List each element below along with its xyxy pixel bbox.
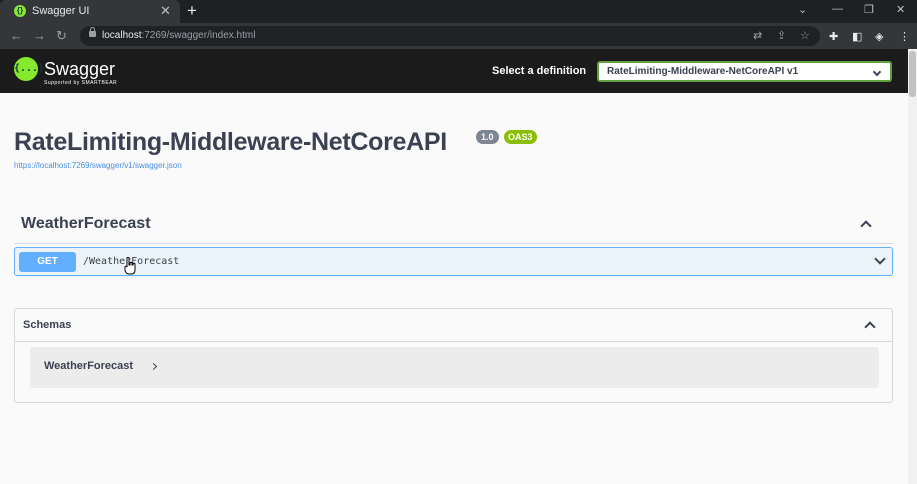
swagger-logo-subtitle: Supported by SMARTBEAR (44, 80, 118, 86)
operation-get-weatherforecast[interactable]: GET /WeatherForecast (14, 247, 893, 276)
reload-icon[interactable]: ↻ (56, 28, 67, 43)
definition-select[interactable]: RateLimiting-Middleware-NetCoreAPI v1 (597, 61, 892, 82)
share-icon[interactable]: ⇪ (777, 29, 786, 42)
puzzle-icon[interactable]: ✚ (829, 30, 838, 43)
tab-title: Swagger UI (32, 5, 90, 17)
profile-icon[interactable]: ◈ (875, 30, 883, 43)
minimize-button[interactable]: — (832, 3, 843, 15)
window-close-button[interactable]: ✕ (896, 3, 905, 16)
new-tab-button[interactable]: + (187, 1, 197, 20)
schemas-section: Schemas WeatherForecast (14, 308, 893, 403)
chevron-up-icon[interactable] (860, 220, 872, 232)
arrow-left-icon[interactable]: ← (10, 28, 23, 43)
url-text[interactable]: localhost:7269/swagger/index.html (102, 30, 255, 41)
kebab-menu-icon[interactable]: ⋮ (899, 30, 910, 43)
mouse-cursor-icon (124, 257, 136, 275)
swagger-logo-icon[interactable]: {...} (14, 57, 44, 81)
http-method-badge[interactable]: GET (19, 252, 76, 272)
page-scrollbar[interactable] (908, 49, 917, 484)
definition-select-label: Select a definition (492, 65, 587, 77)
browser-tab-strip: {} Swagger UI ✕ + ⌄ — ❐ ✕ (0, 0, 917, 23)
side-panel-icon[interactable]: ◧ (852, 30, 862, 43)
restore-button[interactable]: ❐ (864, 3, 874, 16)
translate-icon[interactable]: ⇄ (753, 29, 762, 42)
spec-json-link[interactable]: https://localhost:7269/swagger/v1/swagge… (14, 161, 182, 170)
schemas-title[interactable]: Schemas (23, 319, 71, 331)
chevron-down-icon (872, 67, 882, 77)
tag-divider (14, 243, 893, 244)
arrow-right-icon[interactable]: → (33, 28, 46, 43)
browser-toolbar: ← → ↻ localhost:7269/swagger/index.html … (0, 23, 917, 49)
chevron-right-icon[interactable] (149, 362, 158, 371)
api-title: RateLimiting-Middleware-NetCoreAPI (14, 128, 447, 156)
schema-name[interactable]: WeatherForecast (44, 360, 133, 372)
tab-close-icon[interactable]: ✕ (160, 3, 171, 18)
swagger-topbar: {...} Swagger Supported by SMARTBEAR Sel… (0, 49, 908, 93)
url-host: localhost (102, 30, 142, 41)
chevron-up-icon[interactable] (864, 321, 876, 333)
schemas-divider (15, 341, 892, 342)
swagger-favicon-icon: {} (14, 5, 26, 17)
star-icon[interactable]: ☆ (800, 29, 810, 42)
scrollbar-thumb[interactable] (909, 51, 916, 97)
chevron-down-icon[interactable] (874, 253, 886, 265)
version-badge: 1.0 (476, 130, 499, 144)
tab-search-chevron-icon[interactable]: ⌄ (798, 3, 807, 16)
swagger-logo-text[interactable]: Swagger (44, 59, 115, 80)
schema-item[interactable]: WeatherForecast (30, 347, 879, 388)
lock-icon[interactable] (89, 27, 96, 37)
address-bar[interactable]: localhost:7269/swagger/index.html ⇄ ⇪ ☆ (80, 26, 820, 46)
tag-title[interactable]: WeatherForecast (21, 215, 151, 233)
definition-select-value: RateLimiting-Middleware-NetCoreAPI v1 (607, 66, 799, 77)
browser-tab[interactable]: {} Swagger UI ✕ (0, 0, 180, 23)
oas-badge: OAS3 (504, 130, 537, 144)
url-path: :7269/swagger/index.html (141, 30, 256, 41)
